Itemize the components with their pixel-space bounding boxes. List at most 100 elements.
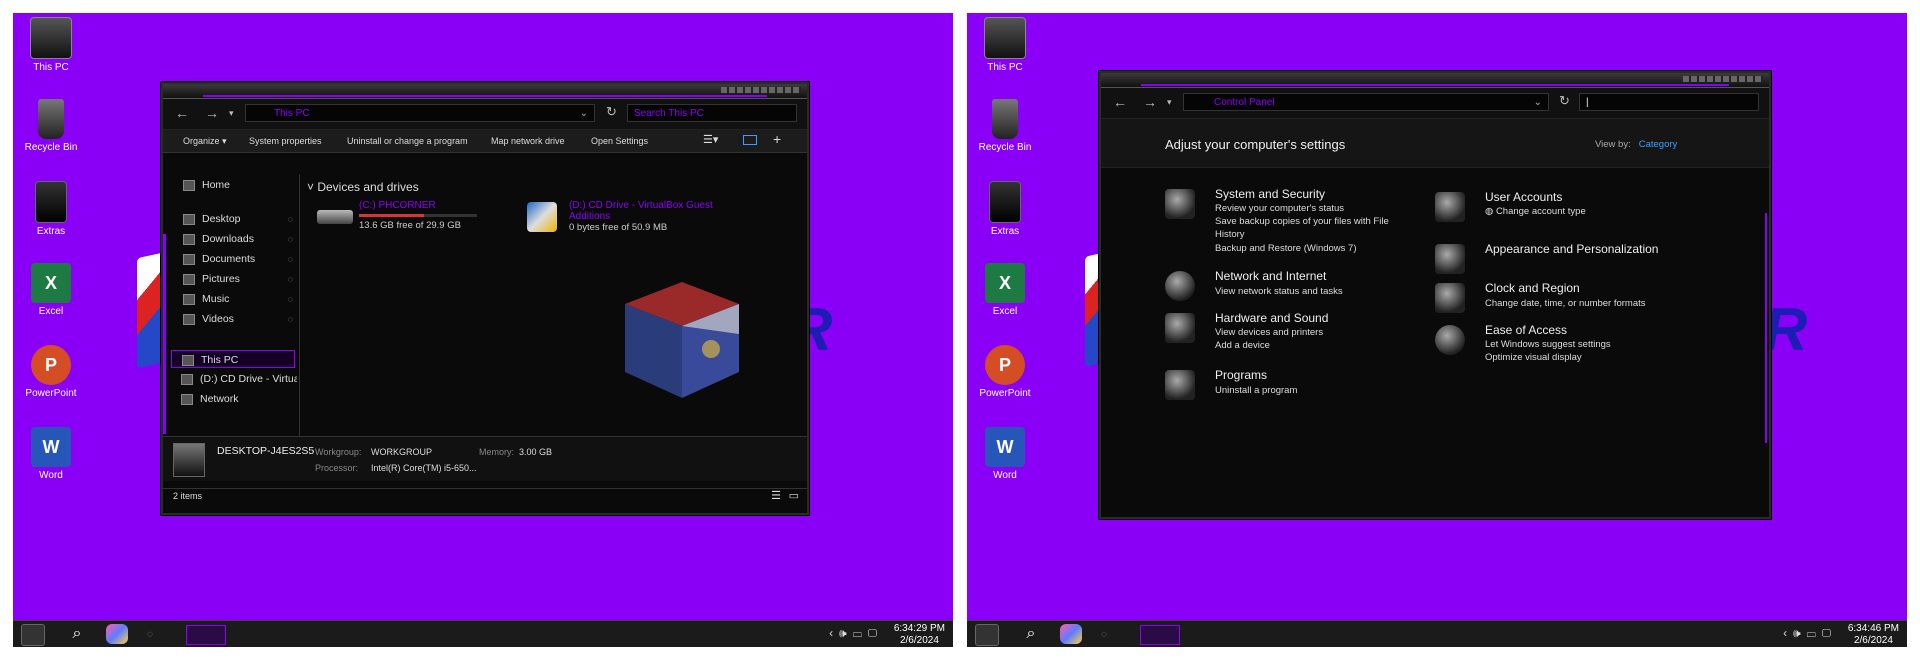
clock[interactable]: 6:34:46 PM 2/6/2024 xyxy=(1848,623,1899,647)
link-backup-restore[interactable]: Backup and Restore (Windows 7) xyxy=(1215,243,1357,254)
copilot-icon[interactable] xyxy=(106,624,128,644)
search-icon[interactable]: ⌕ xyxy=(1020,624,1042,644)
desktop-icon-extras[interactable]: Extras xyxy=(973,181,1037,237)
window-titlebar[interactable] xyxy=(1101,73,1769,88)
link-add-device[interactable]: Add a device xyxy=(1215,340,1270,351)
category-title[interactable]: User Accounts xyxy=(1485,190,1562,204)
link-optimize-display[interactable]: Optimize visual display xyxy=(1485,352,1582,363)
category-title[interactable]: Hardware and Sound xyxy=(1215,311,1328,325)
nav-item-desktop[interactable]: Desktop ◌ xyxy=(183,210,297,228)
window-titlebar[interactable] xyxy=(163,84,807,99)
recent-dropdown-icon[interactable]: ▾ xyxy=(229,108,234,119)
nav-item-downloads[interactable]: Downloads ◌ xyxy=(183,230,297,248)
desktop-icon-recycle-bin[interactable]: Recycle Bin xyxy=(973,99,1037,153)
address-bar[interactable]: Control Panel ⌄ xyxy=(1183,93,1549,111)
nav-item-documents[interactable]: Documents ◌ xyxy=(183,250,297,268)
refresh-icon[interactable]: ↻ xyxy=(606,104,617,120)
taskbar-file-explorer[interactable] xyxy=(186,625,226,645)
details-view-icon[interactable]: ☰ xyxy=(771,489,781,502)
category-ease-of-access[interactable]: Ease of Access Let Windows suggest setti… xyxy=(1435,323,1675,367)
desktop-icon-this-pc[interactable]: This PC xyxy=(973,17,1037,73)
link-devices-printers[interactable]: View devices and printers xyxy=(1215,327,1323,338)
desktop-icon-excel[interactable]: X Excel xyxy=(19,263,83,317)
link-review-status[interactable]: Review your computer's status xyxy=(1215,203,1344,214)
recent-dropdown-icon[interactable]: ▾ xyxy=(1167,97,1172,108)
uninstall-program-button[interactable]: Uninstall or change a program xyxy=(347,136,468,146)
view-by[interactable]: View by: Category xyxy=(1595,139,1677,150)
desktop-icon-word[interactable]: W Word xyxy=(973,427,1037,481)
file-explorer-window[interactable]: ← → ▾ This PC ⌄ ↻ Search This PC Organize… xyxy=(161,82,809,515)
open-settings-button[interactable]: Open Settings xyxy=(591,136,648,146)
category-system-security[interactable]: System and Security Review your computer… xyxy=(1165,187,1405,257)
forward-arrow-icon[interactable]: → xyxy=(1143,94,1157,110)
link-file-history-cont[interactable]: History xyxy=(1215,229,1245,240)
new-tab-icon[interactable]: + xyxy=(773,131,781,147)
link-suggest-settings[interactable]: Let Windows suggest settings xyxy=(1485,339,1611,350)
view-options-icon[interactable]: ☰▾ xyxy=(703,133,718,146)
back-arrow-icon[interactable]: ← xyxy=(175,105,189,121)
category-appearance[interactable]: Appearance and Personalization xyxy=(1435,242,1675,274)
category-clock-region[interactable]: Clock and Region Change date, time, or n… xyxy=(1435,281,1675,315)
desktop-icon-excel[interactable]: X Excel xyxy=(973,263,1037,317)
copilot-icon[interactable] xyxy=(1060,624,1082,644)
nav-item-cd-drive[interactable]: (D:) CD Drive - VirtualBox Guest Additio… xyxy=(181,370,297,388)
link-change-account-type[interactable]: ◍ Change account type xyxy=(1485,206,1586,217)
category-title[interactable]: Network and Internet xyxy=(1215,269,1326,283)
system-tray[interactable]: ‹🕪▭▢ xyxy=(829,626,883,641)
nav-item-videos[interactable]: Videos ◌ xyxy=(183,310,297,328)
drive-c[interactable]: (C:) PHCORNER 13.6 GB free of 29.9 GB xyxy=(317,200,477,231)
organize-button[interactable]: Organize ▾ xyxy=(183,136,227,147)
category-title[interactable]: Clock and Region xyxy=(1485,281,1580,295)
nav-item-this-pc[interactable]: This PC xyxy=(171,350,295,368)
desktop-icon-powerpoint[interactable]: P PowerPoint xyxy=(973,345,1037,399)
category-title[interactable]: Programs xyxy=(1215,368,1267,382)
category-network-internet[interactable]: Network and Internet View network status… xyxy=(1165,269,1405,303)
system-properties-button[interactable]: System properties xyxy=(249,136,322,146)
nav-item-network[interactable]: Network xyxy=(181,390,297,408)
page-title: Adjust your computer's settings xyxy=(1165,137,1346,152)
map-network-drive-button[interactable]: Map network drive xyxy=(491,136,565,146)
start-button[interactable] xyxy=(21,624,45,646)
tiles-view-icon[interactable]: ▭ xyxy=(789,489,799,502)
link-network-status[interactable]: View network status and tasks xyxy=(1215,286,1343,297)
nav-item-music[interactable]: Music ◌ xyxy=(183,290,297,308)
category-title[interactable]: Ease of Access xyxy=(1485,323,1567,337)
scrollbar[interactable] xyxy=(1765,213,1767,443)
drive-d[interactable]: (D:) CD Drive - VirtualBox Guest Additio… xyxy=(527,200,717,233)
window-controls[interactable] xyxy=(1683,76,1763,82)
nav-item-home[interactable]: Home xyxy=(183,176,297,194)
address-bar[interactable]: This PC ⌄ xyxy=(245,104,595,122)
desktop-icon-word[interactable]: W Word xyxy=(19,427,83,481)
clock[interactable]: 6:34:29 PM 2/6/2024 xyxy=(894,623,945,647)
category-hardware-sound[interactable]: Hardware and Sound View devices and prin… xyxy=(1165,311,1405,355)
window-controls[interactable] xyxy=(721,87,801,93)
system-tray[interactable]: ‹🕪▭▢ xyxy=(1783,626,1837,641)
link-file-history[interactable]: Save backup copies of your files with Fi… xyxy=(1215,216,1389,227)
start-button[interactable] xyxy=(975,624,999,646)
forward-arrow-icon[interactable]: → xyxy=(205,105,219,121)
circle-icon[interactable]: ◌ xyxy=(139,624,161,644)
category-programs[interactable]: Programs Uninstall a program xyxy=(1165,368,1405,402)
details-pane-icon[interactable] xyxy=(743,135,757,145)
circle-icon[interactable]: ◌ xyxy=(1093,624,1115,644)
nav-item-pictures[interactable]: Pictures ◌ xyxy=(183,270,297,288)
section-devices-and-drives[interactable]: ˅ Devices and drives xyxy=(307,180,419,194)
search-box[interactable]: Search This PC xyxy=(627,104,797,122)
control-panel-window[interactable]: ← → ▾ Control Panel ⌄ ↻ | Adjust your com… xyxy=(1099,71,1771,519)
search-icon[interactable]: ⌕ xyxy=(66,624,88,644)
category-user-accounts[interactable]: User Accounts ◍ Change account type xyxy=(1435,190,1675,224)
nav-scrollbar[interactable] xyxy=(163,234,166,434)
category-title[interactable]: Appearance and Personalization xyxy=(1485,242,1658,256)
desktop-icon-powerpoint[interactable]: P PowerPoint xyxy=(19,345,83,399)
desktop-icon-recycle-bin[interactable]: Recycle Bin xyxy=(19,99,83,153)
taskbar-control-panel[interactable] xyxy=(1140,625,1180,645)
category-title[interactable]: System and Security xyxy=(1215,187,1325,201)
desktop-icon-extras[interactable]: Extras xyxy=(19,181,83,237)
search-box[interactable]: | xyxy=(1579,93,1759,111)
back-arrow-icon[interactable]: ← xyxy=(1113,94,1127,110)
link-date-time-formats[interactable]: Change date, time, or number formats xyxy=(1485,298,1646,309)
home-icon xyxy=(183,179,195,191)
desktop-icon-this-pc[interactable]: This PC xyxy=(19,17,83,73)
refresh-icon[interactable]: ↻ xyxy=(1559,93,1570,109)
link-uninstall-program[interactable]: Uninstall a program xyxy=(1215,385,1297,396)
